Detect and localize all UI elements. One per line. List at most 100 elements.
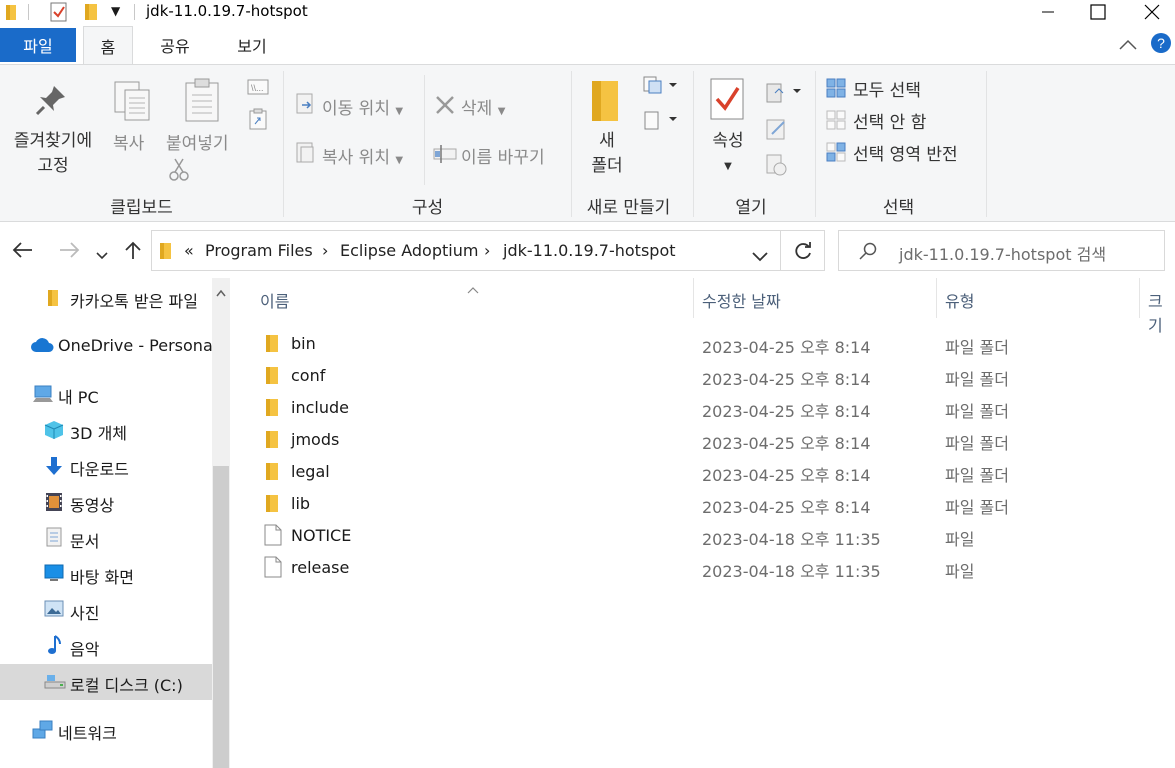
scroll-up-arrow-icon[interactable] [216,282,226,301]
recent-locations-chevron-icon[interactable] [96,245,108,264]
table-row[interactable]: release 2023-04-18 오후 11:35 파일 [260,552,1160,584]
file-type: 파일 [945,530,975,549]
breadcrumb-eclipse-adoptium[interactable]: Eclipse Adoptium [340,241,478,260]
invert-selection-button[interactable]: 선택 영역 반전 [853,140,958,165]
nav-item-local-disk-c[interactable]: 로컬 디스크 (C:) [0,664,212,700]
file-icon [264,556,282,582]
tab-file[interactable]: 파일 [0,28,76,62]
drive-icon [44,674,66,694]
pin-to-quick-access-button[interactable]: 즐겨찾기에 고정 [7,129,99,179]
breadcrumb-overflow[interactable]: « [184,241,194,260]
file-type: 파일 [945,562,975,581]
new-folder-button[interactable]: 새 폴더 [582,129,632,179]
easy-access-icon[interactable] [643,109,679,135]
search-placeholder: jdk-11.0.19.7-hotspot 검색 [899,245,1107,264]
nav-item-onedrive[interactable]: OneDrive - Personal [0,328,217,364]
table-row[interactable]: NOTICE 2023-04-18 오후 11:35 파일 [260,520,1160,552]
nav-item-label: 바탕 화면 [70,568,134,587]
table-row[interactable]: jmods 2023-04-25 오후 8:14 파일 폴더 [260,424,1160,456]
copy-to-label: 복사 위치 [322,148,390,168]
close-button[interactable] [1129,0,1175,24]
file-name[interactable]: conf [291,366,325,385]
breadcrumb-separator-icon[interactable]: › [322,241,328,260]
new-folder-quick-access-icon[interactable] [83,2,99,26]
copy-button[interactable]: 복사 [113,129,144,154]
nav-item-music[interactable]: 음악 [0,628,212,664]
rename-button[interactable]: 이름 바꾸기 [461,143,545,168]
paste-shortcut-icon[interactable] [249,108,267,134]
column-header-date-modified[interactable]: 수정한 날짜 [702,288,781,312]
delete-button[interactable]: 삭제 ▼ [461,94,505,119]
cut-icon[interactable] [168,157,190,185]
search-box[interactable]: jdk-11.0.19.7-hotspot 검색 [838,230,1165,271]
paste-button[interactable]: 붙여넣기 [166,129,229,154]
nav-item-videos[interactable]: 동영상 [0,484,212,520]
file-name[interactable]: include [291,398,349,417]
folder-icon [158,241,172,265]
edit-icon[interactable] [765,117,789,145]
refresh-icon[interactable] [793,241,813,265]
collapse-ribbon-icon[interactable] [1119,36,1137,55]
select-none-icon [826,110,846,134]
copy-to-button[interactable]: 복사 위치 ▼ [322,143,403,168]
move-to-button[interactable]: 이동 위치 ▼ [322,94,403,119]
properties-button[interactable]: 속성 ▼ [710,129,746,179]
nav-item-desktop[interactable]: 바탕 화면 [0,556,212,592]
file-date: 2023-04-18 오후 11:35 [702,562,881,581]
nav-item-documents[interactable]: 문서 [0,520,212,556]
nav-pane-scroll-thumb[interactable] [213,466,229,768]
select-all-button[interactable]: 모두 선택 [853,76,921,101]
column-header-name[interactable]: 이름 [260,288,289,312]
file-name[interactable]: release [291,558,349,577]
history-icon[interactable] [765,153,789,181]
table-row[interactable]: include 2023-04-25 오후 8:14 파일 폴더 [260,392,1160,424]
minimize-button[interactable] [1025,0,1071,24]
folder-icon [4,3,18,25]
file-name[interactable]: bin [291,334,316,353]
help-icon[interactable]: ? [1150,32,1172,58]
file-name[interactable]: lib [291,494,310,513]
file-name[interactable]: jmods [291,430,339,449]
table-row[interactable]: bin 2023-04-25 오후 8:14 파일 폴더 [260,328,1160,360]
document-icon [46,527,62,551]
file-name[interactable]: legal [291,462,330,481]
breadcrumb-current-folder[interactable]: jdk-11.0.19.7-hotspot [503,241,676,260]
folder-icon [264,460,280,486]
nav-item-network[interactable]: 네트워크 [0,712,212,748]
select-none-button[interactable]: 선택 안 함 [853,108,926,133]
back-arrow-icon[interactable] [12,241,34,263]
new-folder-icon [590,79,620,127]
copy-path-icon[interactable]: \\... [247,79,269,99]
nav-item-kakaotalk-files[interactable]: 카카오톡 받은 파일 [0,280,212,316]
up-arrow-icon[interactable] [124,240,142,264]
pc-icon [32,384,54,408]
copy-to-icon [296,142,316,168]
tab-share[interactable]: 공유 [145,26,205,64]
breadcrumb-separator-icon[interactable]: › [484,241,490,260]
address-history-chevron-icon[interactable] [752,247,768,266]
nav-item-pictures[interactable]: 사진 [0,592,212,628]
tab-view[interactable]: 보기 [222,26,282,64]
open-icon[interactable] [765,81,805,111]
table-row[interactable]: conf 2023-04-25 오후 8:14 파일 폴더 [260,360,1160,392]
nav-item-label: 3D 개체 [70,424,128,443]
nav-item-label: 음악 [70,640,100,659]
file-name[interactable]: NOTICE [291,526,351,545]
address-bar[interactable]: « Program Files › Eclipse Adoptium › jdk… [151,230,825,271]
nav-item-3d-objects[interactable]: 3D 개체 [0,412,212,448]
forward-arrow-icon[interactable] [58,241,80,263]
new-item-icon[interactable] [643,75,679,99]
properties-quick-access-icon[interactable] [50,2,68,26]
properties-icon [709,77,747,125]
file-type: 파일 폴더 [945,434,1009,453]
paste-icon [183,77,221,127]
table-row[interactable]: lib 2023-04-25 오후 8:14 파일 폴더 [260,488,1160,520]
nav-item-this-pc[interactable]: 내 PC [0,376,212,412]
quick-access-dropdown-icon[interactable]: ▼ [111,4,120,18]
nav-item-downloads[interactable]: 다운로드 [0,448,212,484]
tab-home[interactable]: 홈 [83,26,133,65]
table-row[interactable]: legal 2023-04-25 오후 8:14 파일 폴더 [260,456,1160,488]
column-header-type[interactable]: 유형 [945,288,974,312]
breadcrumb-program-files[interactable]: Program Files [205,241,313,260]
maximize-button[interactable] [1075,0,1121,24]
